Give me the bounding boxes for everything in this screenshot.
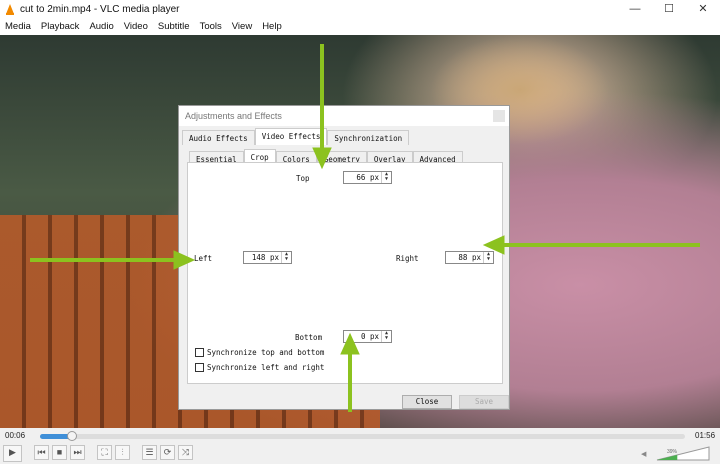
vlc-logo-icon	[6, 3, 14, 15]
sync-top-bottom-label: Synchronize top and bottom	[207, 348, 325, 357]
right-label: Right	[396, 254, 419, 263]
tab-audio-effects[interactable]: Audio Effects	[182, 130, 255, 145]
top-label: Top	[296, 174, 310, 183]
title-bar: cut to 2min.mp4 - VLC media player — ☐ ✕	[0, 0, 720, 18]
menu-media[interactable]: Media	[0, 18, 36, 35]
spin-arrows-icon[interactable]: ▲ ▼	[381, 331, 391, 342]
fullscreen-button[interactable]: ⛶	[97, 445, 112, 460]
crop-panel: Top 66 px ▲ ▼ Left 148 px ▲ ▼ Right 88 px ▲ ▼ …	[187, 162, 503, 384]
total-time: 01:56	[695, 431, 716, 440]
right-value: 88 px	[458, 253, 481, 262]
top-spinbox[interactable]: 66 px ▲ ▼	[343, 171, 392, 184]
menu-view[interactable]: View	[227, 18, 257, 35]
playlist-button[interactable]: ☰	[142, 445, 157, 460]
sync-top-bottom-checkbox[interactable]: Synchronize top and bottom	[195, 348, 324, 357]
maximize-button[interactable]: ☐	[652, 0, 686, 18]
tab-video-effects[interactable]: Video Effects	[254, 128, 328, 145]
menu-subtitle[interactable]: Subtitle	[153, 18, 195, 35]
player-controls: 00:06 01:56 ▶ ⏮ ■ ⏭ ⛶ ⫶ ☰ ⟳ ⤨ ◀ 39%	[0, 428, 720, 464]
right-spinbox[interactable]: 88 px ▲ ▼	[445, 251, 494, 264]
checkbox-icon[interactable]	[195, 363, 204, 372]
menu-playback[interactable]: Playback	[36, 18, 85, 35]
shuffle-button[interactable]: ⤨	[178, 445, 193, 460]
bottom-spinbox[interactable]: 0 px ▲ ▼	[343, 330, 392, 343]
previous-button[interactable]: ⏮	[34, 445, 49, 460]
close-button[interactable]: Close	[402, 395, 452, 409]
bottom-label: Bottom	[295, 333, 323, 342]
seek-handle[interactable]	[67, 431, 78, 441]
sync-left-right-checkbox[interactable]: Synchronize left and right	[195, 363, 324, 372]
volume-slider[interactable]	[656, 446, 710, 461]
checkbox-icon[interactable]	[195, 348, 204, 357]
menu-audio[interactable]: Audio	[84, 18, 118, 35]
menu-video[interactable]: Video	[119, 18, 153, 35]
next-button[interactable]: ⏭	[70, 445, 85, 460]
top-value: 66 px	[356, 173, 379, 182]
spin-arrows-icon[interactable]: ▲ ▼	[381, 172, 391, 183]
volume-label: 39%	[667, 449, 678, 455]
extended-settings-button[interactable]: ⫶	[115, 445, 130, 460]
left-spinbox[interactable]: 148 px ▲ ▼	[243, 251, 292, 264]
stop-button[interactable]: ■	[52, 445, 67, 460]
sync-left-right-label: Synchronize left and right	[207, 363, 325, 372]
spin-arrows-icon[interactable]: ▲ ▼	[483, 252, 493, 263]
left-label: Left	[194, 254, 213, 263]
play-button[interactable]: ▶	[3, 445, 22, 462]
loop-button[interactable]: ⟳	[160, 445, 175, 460]
dialog-title-bar: Adjustments and Effects	[179, 106, 509, 126]
menu-tools[interactable]: Tools	[195, 18, 227, 35]
elapsed-time: 00:06	[5, 431, 26, 440]
tab-synchronization[interactable]: Synchronization	[327, 130, 410, 145]
seek-bar[interactable]	[40, 431, 685, 441]
minimize-button[interactable]: —	[618, 0, 652, 18]
speaker-icon[interactable]: ◀	[641, 450, 646, 458]
save-button[interactable]: Save	[459, 395, 509, 409]
close-window-button[interactable]: ✕	[686, 0, 720, 18]
left-value: 148 px	[251, 253, 279, 262]
adjustments-dialog: Adjustments and Effects Audio Effects Vi…	[178, 105, 510, 410]
spin-arrows-icon[interactable]: ▲ ▼	[281, 252, 291, 263]
window-title: cut to 2min.mp4 - VLC media player	[20, 3, 180, 15]
dialog-close-icon[interactable]	[493, 110, 505, 122]
menu-bar: Media Playback Audio Video Subtitle Tool…	[0, 18, 720, 35]
dialog-title: Adjustments and Effects	[185, 111, 282, 121]
menu-help[interactable]: Help	[257, 18, 287, 35]
bottom-value: 0 px	[360, 332, 379, 341]
